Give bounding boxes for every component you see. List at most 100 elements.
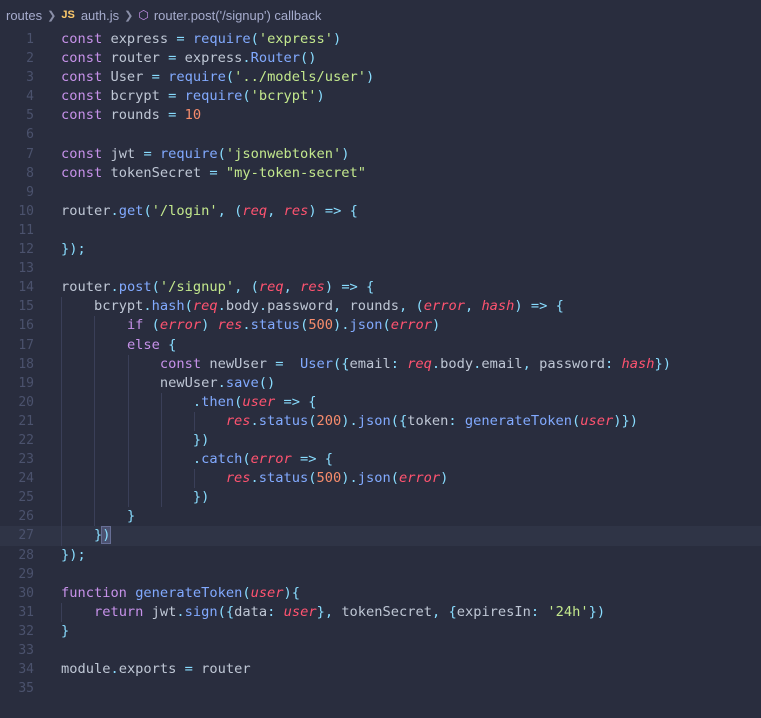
code-text: });: [61, 241, 86, 258]
code-line[interactable]: 7 const jwt = require('jsonwebtoken'): [0, 145, 761, 164]
code-text: bcrypt.hash(req.body.password, rounds, (…: [93, 298, 564, 315]
code-text: }): [93, 526, 112, 545]
chevron-right-icon: ❯: [124, 9, 134, 22]
code-text: router.get('/login', (req, res) => {: [61, 202, 358, 219]
breadcrumb-folder[interactable]: routes: [6, 8, 42, 23]
code-line[interactable]: 3 const User = require('../models/user'): [0, 68, 761, 87]
code-editor[interactable]: 1 const express = require('express') 2 cons…: [0, 30, 761, 698]
line-number: 22: [18, 432, 34, 448]
code-line[interactable]: 4 const bcrypt = require('bcrypt'): [0, 87, 761, 106]
line-number: 5: [26, 108, 34, 124]
code-line[interactable]: 13: [0, 259, 761, 278]
line-number: 2: [26, 51, 34, 67]
javascript-file-icon: JS: [61, 9, 75, 21]
line-number: 4: [26, 89, 34, 105]
line-number: 30: [18, 585, 34, 601]
code-line[interactable]: 17 else {: [0, 335, 761, 355]
line-number: 17: [18, 337, 34, 353]
chevron-right-icon: ❯: [47, 9, 57, 22]
code-line[interactable]: 16 if (error) res.status(500).json(error…: [0, 316, 761, 336]
line-number: 16: [18, 318, 34, 334]
code-line[interactable]: 35: [0, 679, 761, 698]
line-number: 14: [18, 280, 34, 296]
code-line[interactable]: 23 .catch(error => {: [0, 450, 761, 470]
code-text: module.exports = router: [61, 661, 251, 678]
line-number: 19: [18, 375, 34, 391]
code-text: res.status(200).json({token: generateTok…: [225, 412, 639, 429]
code-line[interactable]: 19 newUser.save(): [0, 373, 761, 393]
line-number: 7: [26, 146, 34, 162]
code-text: function generateToken(user){: [61, 584, 301, 601]
code-line[interactable]: 10 router.get('/login', (req, res) => {: [0, 202, 761, 221]
code-text: .then(user => {: [192, 393, 317, 410]
symbol-method-icon: ⬡: [138, 8, 149, 22]
line-number: 21: [18, 413, 34, 429]
code-line[interactable]: 15 bcrypt.hash(req.body.password, rounds…: [0, 297, 761, 317]
code-line[interactable]: 8 const tokenSecret = "my-token-secret": [0, 164, 761, 183]
code-text: const router = express.Router(): [61, 50, 317, 67]
line-number: 13: [18, 261, 34, 277]
code-line[interactable]: 6: [0, 125, 761, 144]
line-number: 33: [18, 643, 34, 658]
code-line[interactable]: 33: [0, 641, 761, 660]
code-text: newUser.save(): [159, 374, 276, 391]
line-number: 25: [18, 490, 34, 506]
line-number: 31: [18, 604, 34, 620]
code-line[interactable]: 30 function generateToken(user){: [0, 584, 761, 603]
code-line[interactable]: 22 }): [0, 430, 761, 451]
line-number: 26: [18, 509, 34, 525]
line-number: 32: [18, 623, 34, 639]
code-text: const express = require('express'): [61, 31, 342, 47]
code-text: else {: [126, 336, 177, 353]
line-number: 27: [18, 528, 34, 544]
line-number: 15: [18, 299, 34, 315]
line-number: 8: [26, 165, 34, 181]
code-line[interactable]: 14 router.post('/signup', (req, res) => {: [0, 278, 761, 297]
code-line[interactable]: 24 res.status(500).json(error): [0, 469, 761, 489]
code-text: const rounds = 10: [61, 107, 202, 124]
line-number: 10: [18, 203, 34, 219]
code-line[interactable]: 26 }: [0, 507, 761, 527]
code-text: }: [126, 508, 136, 525]
code-text: const jwt = require('jsonwebtoken'): [61, 145, 350, 162]
line-number: 28: [18, 547, 34, 563]
code-text: const tokenSecret = "my-token-secret": [61, 164, 366, 181]
code-text: }: [61, 622, 70, 639]
line-number: 12: [18, 242, 34, 258]
code-line[interactable]: 9: [0, 183, 761, 202]
line-number: 20: [18, 394, 34, 410]
line-number: 3: [26, 70, 34, 86]
line-number: 6: [26, 127, 34, 143]
code-line[interactable]: 20 .then(user => {: [0, 392, 761, 412]
code-line[interactable]: 32}: [0, 622, 761, 641]
code-text: const User = require('../models/user'): [61, 69, 375, 86]
line-number: 11: [18, 222, 34, 238]
code-line[interactable]: 34 module.exports = router: [0, 660, 761, 679]
code-text: }): [192, 489, 210, 506]
breadcrumb-symbol[interactable]: router.post('/signup') callback: [154, 8, 322, 23]
code-line[interactable]: 31 return jwt.sign({data: user}, tokenSe…: [0, 602, 761, 622]
code-line[interactable]: 1 const express = require('express'): [0, 30, 761, 49]
line-number: 18: [18, 356, 34, 372]
code-line[interactable]: 25 }): [0, 488, 761, 508]
code-line[interactable]: 2 const router = express.Router(): [0, 49, 761, 68]
code-text: router.post('/signup', (req, res) => {: [61, 279, 375, 296]
code-line[interactable]: 27 }): [0, 526, 761, 546]
code-text: .catch(error => {: [192, 451, 333, 468]
code-text: const newUser = User({email: req.body.em…: [159, 355, 671, 372]
line-number: 29: [18, 566, 34, 582]
code-text: });: [61, 546, 86, 563]
code-text: res.status(500).json(error): [225, 470, 449, 487]
line-number: 9: [26, 184, 34, 200]
code-line[interactable]: 28});: [0, 546, 761, 565]
code-line[interactable]: 12});: [0, 240, 761, 259]
code-line[interactable]: 29: [0, 565, 761, 584]
code-line[interactable]: 5 const rounds = 10: [0, 106, 761, 125]
breadcrumb-file[interactable]: auth.js: [81, 8, 119, 23]
code-line[interactable]: 18 const newUser = User({email: req.body…: [0, 354, 761, 374]
code-line[interactable]: 11: [0, 221, 761, 240]
code-text: return jwt.sign({data: user}, tokenSecre…: [93, 603, 606, 620]
code-text: const bcrypt = require('bcrypt'): [61, 88, 325, 105]
line-number: 1: [26, 32, 34, 47]
code-line[interactable]: 21 res.status(200).json({token: generate…: [0, 411, 761, 431]
